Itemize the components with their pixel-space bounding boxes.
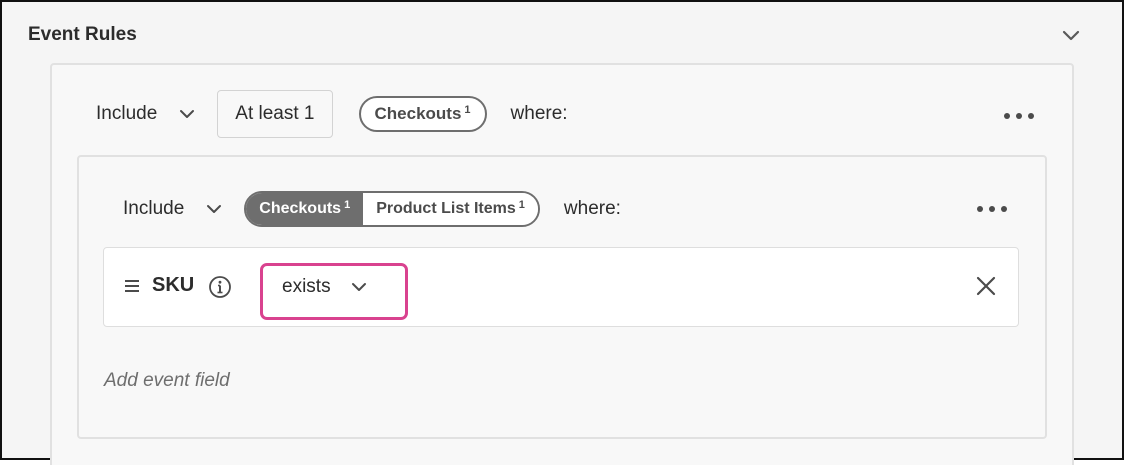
segment-product-list-items[interactable]: Product List Items 1 — [363, 193, 538, 225]
segment-label: Checkouts — [259, 200, 342, 217]
chevron-down-icon[interactable] — [1060, 24, 1082, 46]
info-icon[interactable] — [208, 275, 232, 299]
event-segmented-tags: Checkouts 1 Product List Items 1 — [244, 191, 540, 227]
chevron-down-icon — [351, 283, 366, 291]
event-tag-checkouts[interactable]: Checkouts 1 — [358, 96, 487, 132]
segment-count: 1 — [344, 199, 351, 211]
segment-checkouts[interactable]: Checkouts 1 — [246, 193, 364, 225]
chevron-down-icon[interactable] — [179, 106, 195, 122]
segment-label: Product List Items — [376, 200, 516, 217]
more-icon[interactable] — [1004, 111, 1034, 121]
segment-count: 1 — [518, 199, 525, 211]
inner-rule-row: Include Checkouts 1 Product List Items 1 w… — [123, 191, 621, 227]
drag-handle-icon[interactable] — [124, 279, 140, 293]
event-rules-panel: Event Rules Include At least 1 Checkouts… — [0, 0, 1124, 465]
include-select-label[interactable]: Include — [123, 198, 184, 220]
field-name: SKU — [152, 274, 195, 296]
event-tag-label: Checkouts — [374, 104, 462, 123]
more-icon[interactable] — [977, 204, 1007, 214]
outer-rule-row: Include At least 1 Checkouts 1 where: — [96, 90, 568, 138]
close-icon[interactable] — [974, 274, 998, 298]
operator-dropdown[interactable]: exists — [282, 276, 367, 298]
add-event-field-link[interactable]: Add event field — [104, 370, 230, 392]
include-select-label[interactable]: Include — [96, 103, 157, 125]
where-label: where: — [510, 103, 568, 124]
event-tag-count: 1 — [464, 104, 471, 116]
chevron-down-icon[interactable] — [206, 201, 222, 217]
panel-title: Event Rules — [28, 24, 137, 45]
count-selector[interactable]: At least 1 — [217, 90, 333, 138]
event-field-row: SKU exists — [103, 247, 1019, 327]
operator-value: exists — [282, 276, 331, 297]
where-label: where: — [563, 198, 621, 219]
